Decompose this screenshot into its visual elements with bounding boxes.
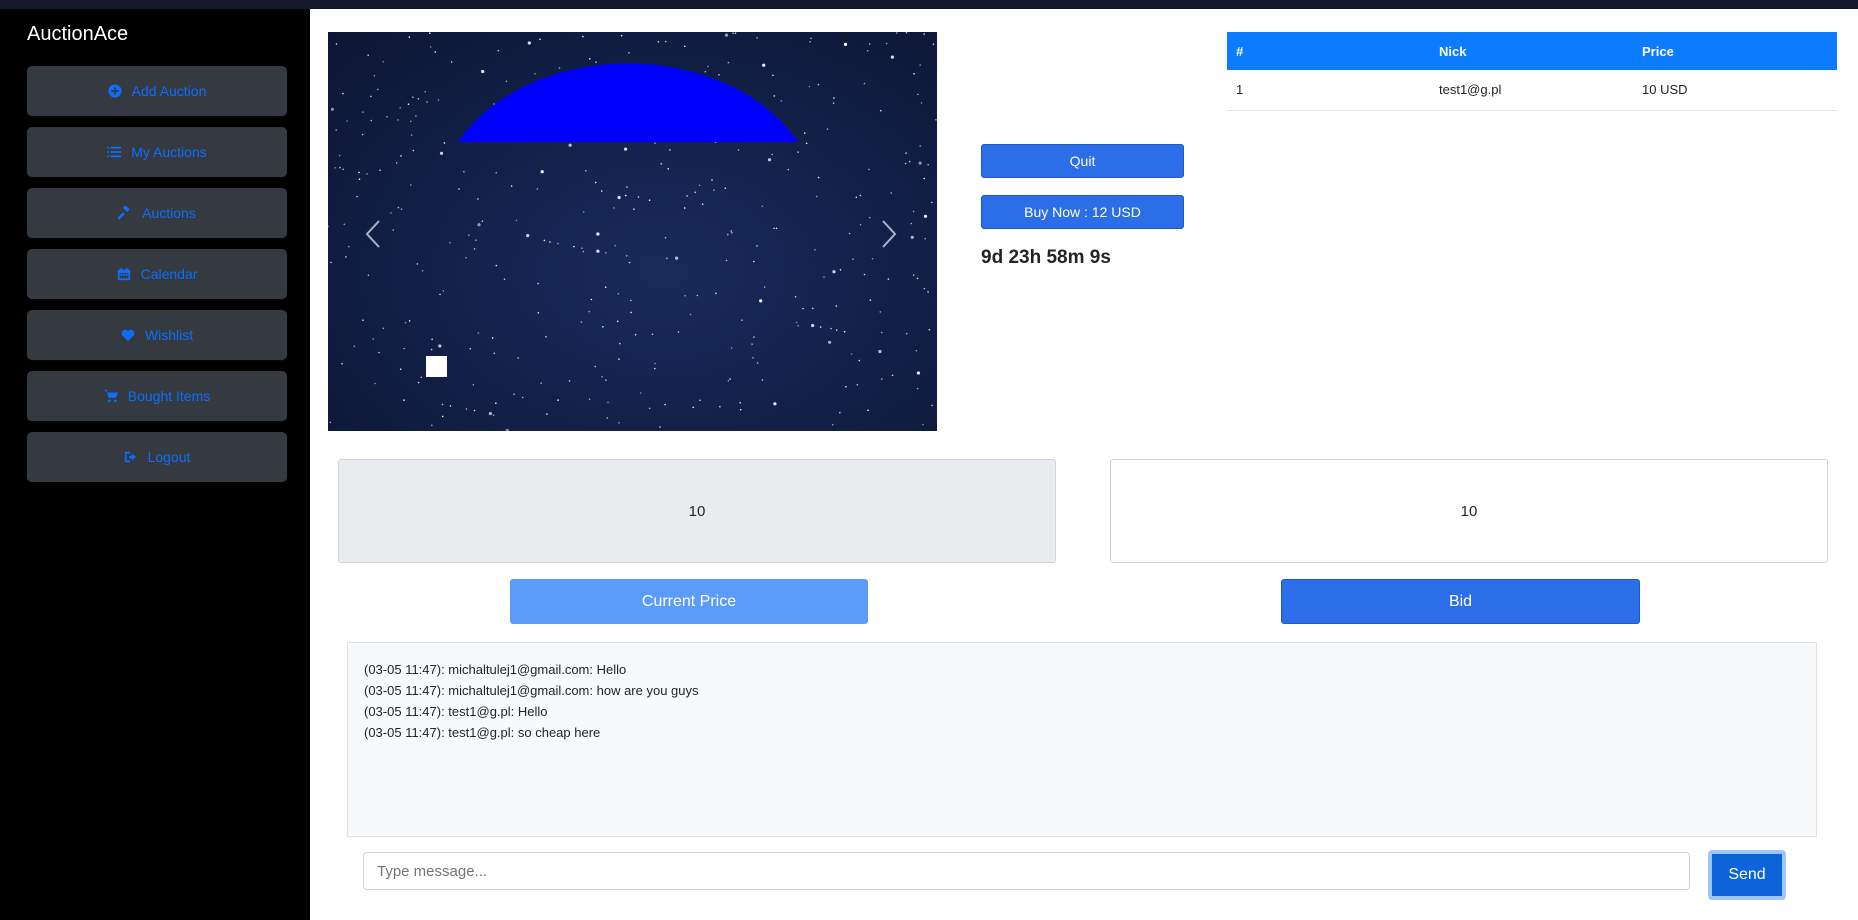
brand-title: AuctionAce xyxy=(27,23,129,45)
sidebar-item-label: Bought Items xyxy=(127,388,211,404)
bids-table: # Nick Price 1 test1@g.pl 10 USD xyxy=(1227,32,1837,111)
list-icon xyxy=(107,146,122,158)
sidebar-item-logout[interactable]: Logout xyxy=(27,432,287,482)
buy-now-button[interactable]: Buy Now : 12 USD xyxy=(981,195,1184,229)
product-image-carousel[interactable] xyxy=(328,32,937,431)
sidebar-item-label: My Auctions xyxy=(131,144,207,160)
gavel-icon xyxy=(118,206,130,220)
chat-message: (03-05 11:47): test1@g.pl: so cheap here xyxy=(364,725,601,740)
bid-amount-input[interactable]: 10 xyxy=(1110,459,1828,563)
carousel-next-button[interactable] xyxy=(874,214,904,254)
plus-circle-icon xyxy=(108,84,122,98)
main-content: Quit Buy Now : 12 USD 9d 23h 58m 9s # Ni… xyxy=(310,9,1858,920)
chat-message: (03-05 11:47): michaltulej1@gmail.com: h… xyxy=(364,683,699,698)
calendar-icon xyxy=(117,267,130,281)
bid-button[interactable]: Bid xyxy=(1281,579,1640,624)
column-header-number: # xyxy=(1227,32,1430,70)
sidebar-item-label: Add Auction xyxy=(131,83,207,99)
chat-message: (03-05 11:47): michaltulej1@gmail.com: H… xyxy=(364,662,627,677)
column-header-nick: Nick xyxy=(1430,32,1633,70)
product-image xyxy=(328,32,937,431)
heart-icon xyxy=(121,329,135,342)
sidebar: AuctionAce Add Auction My Auctions Aucti… xyxy=(0,9,310,920)
quit-button[interactable]: Quit xyxy=(981,144,1184,178)
sidebar-item-auctions[interactable]: Auctions xyxy=(27,188,287,238)
column-header-price: Price xyxy=(1633,32,1837,70)
table-header-row: # Nick Price xyxy=(1227,32,1837,70)
window-top-strip xyxy=(0,0,1858,9)
sidebar-item-wishlist[interactable]: Wishlist xyxy=(27,310,287,360)
sidebar-item-my-auctions[interactable]: My Auctions xyxy=(27,127,287,177)
sidebar-item-calendar[interactable]: Calendar xyxy=(27,249,287,299)
message-input[interactable] xyxy=(363,852,1690,890)
chevron-left-icon xyxy=(365,220,380,248)
sidebar-item-bought-items[interactable]: Bought Items xyxy=(27,371,287,421)
current-price-button: Current Price xyxy=(510,579,868,624)
carousel-prev-button[interactable] xyxy=(358,214,388,254)
chevron-right-icon xyxy=(882,220,897,248)
bid-number: 1 xyxy=(1227,70,1430,111)
sidebar-item-label: Logout xyxy=(147,449,191,465)
sidebar-item-label: Calendar xyxy=(140,266,198,282)
bid-price: 10 USD xyxy=(1633,70,1837,111)
sidebar-item-add-auction[interactable]: Add Auction xyxy=(27,66,287,116)
bid-nick: test1@g.pl xyxy=(1430,70,1633,111)
logout-icon xyxy=(124,451,136,463)
chat-message: (03-05 11:47): test1@g.pl: Hello xyxy=(364,704,548,719)
countdown-timer: 9d 23h 58m 9s xyxy=(981,247,1111,268)
sidebar-item-label: Wishlist xyxy=(144,327,194,343)
current-price-display: 10 xyxy=(338,459,1056,563)
chat-log: (03-05 11:47): michaltulej1@gmail.com: H… xyxy=(347,642,1817,837)
table-row: 1 test1@g.pl 10 USD xyxy=(1227,70,1837,111)
send-button[interactable]: Send xyxy=(1708,850,1786,900)
sidebar-item-label: Auctions xyxy=(142,205,196,221)
cart-icon xyxy=(103,389,118,403)
